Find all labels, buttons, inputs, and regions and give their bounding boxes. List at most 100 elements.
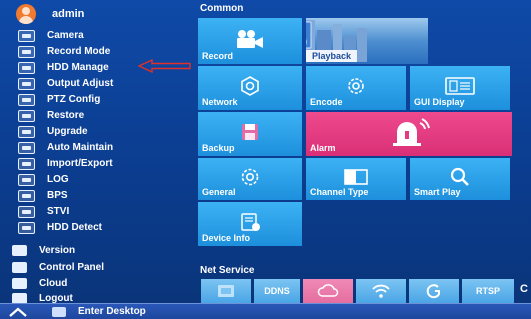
net-service-cloud-icon: [317, 284, 339, 297]
menu-item-label: PTZ Config: [47, 94, 101, 105]
version-icon: [12, 245, 27, 256]
menu-item-label: Restore: [47, 110, 85, 121]
menu-item-hdd-detect[interactable]: HDD Detect: [18, 220, 102, 235]
tile-alarm[interactable]: Alarm: [306, 112, 512, 156]
alarm-siren-icon: [393, 117, 430, 146]
tile-device-info[interactable]: Device Info: [198, 202, 302, 246]
menu-item-label: HDD Manage: [47, 62, 109, 73]
menu-item-label: Output Adjust: [47, 78, 114, 89]
video-camera-icon: [237, 29, 263, 48]
net-service-overflow-label: C: [520, 283, 528, 295]
network-icon: [241, 75, 259, 96]
tile-network[interactable]: Network: [198, 66, 302, 110]
camera-icon: [18, 29, 35, 42]
floppy-disk-icon: [242, 123, 258, 140]
menu-item-version[interactable]: Version: [12, 243, 75, 258]
tile-backup[interactable]: Backup: [198, 112, 302, 156]
common-section-title: Common: [200, 3, 244, 14]
tile-label: Backup: [202, 143, 235, 153]
net-service-label: RTSP: [475, 286, 500, 296]
menu-item-label: HDD Detect: [47, 222, 103, 233]
tile-label: Network: [202, 97, 238, 107]
cloud-icon: [12, 278, 27, 289]
menu-item-restore[interactable]: Restore: [18, 108, 84, 123]
menu-item-stvi[interactable]: STVI: [18, 204, 69, 219]
control-panel-icon: [12, 262, 27, 273]
net-service-tile-3[interactable]: [303, 279, 353, 303]
tile-label: General: [202, 187, 236, 197]
menu-item-log[interactable]: LOG: [18, 172, 69, 187]
tile-label: Record: [202, 51, 234, 61]
hdd-detect-icon: [18, 221, 35, 234]
menu-item-label: Control Panel: [39, 262, 105, 273]
tile-gui-display[interactable]: GUI Display: [410, 66, 510, 110]
net-service-screen-icon: [218, 285, 234, 297]
net-service-tile-rtsp[interactable]: RTSP: [462, 279, 514, 303]
ptz-icon: [18, 93, 35, 106]
tile-label: Alarm: [310, 143, 336, 153]
net-service-tile-5[interactable]: [409, 279, 459, 303]
search-icon: [450, 167, 469, 186]
user-header: admin: [16, 4, 84, 24]
tile-label: Encode: [310, 97, 343, 107]
menu-item-label: Record Mode: [47, 46, 111, 57]
record-mode-icon: [18, 45, 35, 58]
menu-item-import-export[interactable]: Import/Export: [18, 156, 113, 171]
tile-label: GUI Display: [414, 97, 465, 107]
general-gear-icon: [241, 168, 259, 186]
tile-general[interactable]: General: [198, 158, 302, 200]
menu-item-label: BPS: [47, 190, 68, 201]
menu-item-label: Upgrade: [47, 126, 88, 137]
net-service-label: DDNS: [264, 286, 290, 296]
menu-item-label: Camera: [47, 30, 84, 41]
tile-record[interactable]: Record: [198, 18, 302, 64]
tile-playback[interactable]: Playback: [306, 18, 428, 64]
net-service-tile-wifi[interactable]: [356, 279, 406, 303]
gui-display-icon: [445, 76, 475, 95]
menu-item-label: STVI: [47, 206, 70, 217]
menu-item-upgrade[interactable]: Upgrade: [18, 124, 88, 139]
menu-item-record-mode[interactable]: Record Mode: [18, 44, 110, 59]
menu-item-control-panel[interactable]: Control Panel: [12, 260, 104, 275]
upgrade-icon: [18, 125, 35, 138]
tile-label: Smart Play: [414, 187, 461, 197]
menu-item-hdd-manage[interactable]: HDD Manage: [18, 60, 109, 75]
hdd-icon: [18, 61, 35, 74]
menu-item-label: Auto Maintain: [47, 142, 114, 153]
start-chevron-icon[interactable]: [8, 306, 28, 318]
menu-item-auto-maintain[interactable]: Auto Maintain: [18, 140, 113, 155]
restore-icon: [18, 109, 35, 122]
desktop-icon: [52, 307, 66, 317]
net-service-3g-icon: [426, 284, 440, 299]
stvi-icon: [18, 205, 35, 218]
menu-item-label: Import/Export: [47, 158, 113, 169]
menu-item-camera[interactable]: Camera: [18, 28, 84, 43]
user-name: admin: [52, 8, 85, 20]
tile-label: Channel Type: [310, 187, 369, 197]
menu-item-label: Version: [39, 245, 76, 256]
menu-item-bps[interactable]: BPS: [18, 188, 68, 203]
tile-smart-play[interactable]: Smart Play: [410, 158, 510, 200]
user-avatar-icon: [16, 4, 36, 24]
net-service-tile-1[interactable]: [201, 279, 251, 303]
menu-item-cloud[interactable]: Cloud: [12, 276, 67, 291]
enter-desktop-button[interactable]: Enter Desktop: [78, 306, 146, 317]
red-arrow-annotation-icon: [138, 59, 191, 73]
menu-item-output-adjust[interactable]: Output Adjust: [18, 76, 113, 91]
tile-channel-type[interactable]: Channel Type: [306, 158, 406, 200]
menu-item-label: LOG: [47, 174, 69, 185]
menu-item-ptz-config[interactable]: PTZ Config: [18, 92, 100, 107]
tile-label: Device Info: [202, 233, 251, 243]
net-service-section-title: Net Service: [200, 265, 255, 276]
dvr-main-menu: admin Camera Record Mode HDD Manage Outp…: [0, 0, 531, 319]
device-info-icon: [241, 213, 260, 231]
menu-item-label: Cloud: [39, 278, 68, 289]
channel-type-icon: [344, 169, 368, 185]
net-service-tile-ddns[interactable]: DDNS: [254, 279, 300, 303]
tile-encode[interactable]: Encode: [306, 66, 406, 110]
taskbar: Enter Desktop: [0, 303, 531, 319]
tile-label: Playback: [306, 50, 358, 62]
output-adjust-icon: [18, 77, 35, 90]
encode-gear-icon: [348, 77, 364, 94]
import-export-icon: [18, 157, 35, 170]
